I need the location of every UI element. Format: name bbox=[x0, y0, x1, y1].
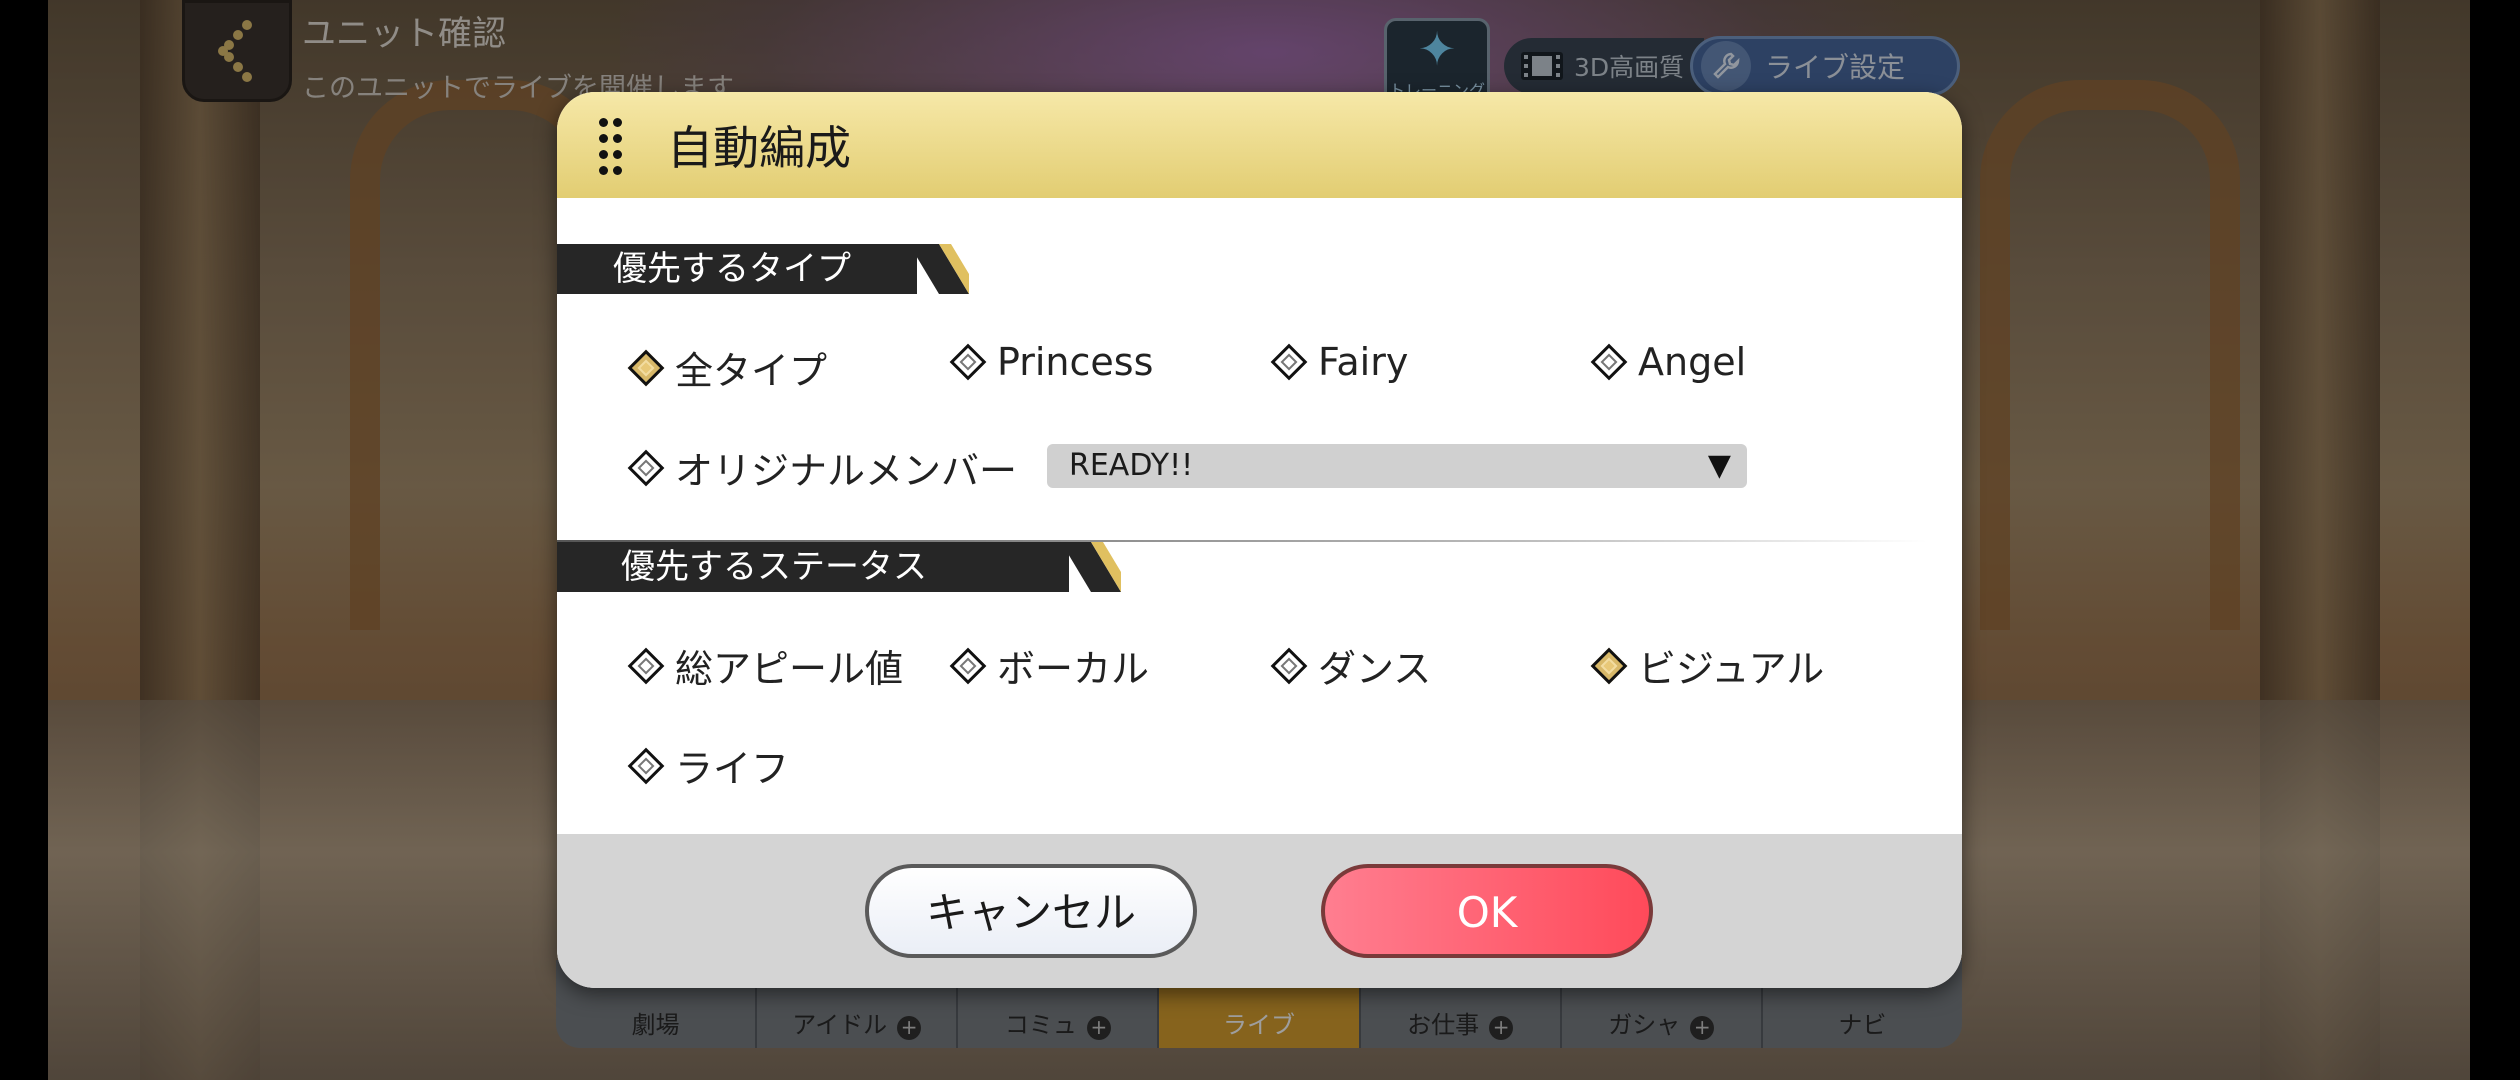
radio-diamond-icon bbox=[1590, 343, 1628, 381]
dialog-title: 自動編成 bbox=[667, 121, 851, 175]
type-option-angel[interactable]: Angel bbox=[1590, 340, 1746, 384]
radio-diamond-icon bbox=[627, 647, 665, 684]
radio-diamond-icon bbox=[627, 747, 665, 784]
drag-handle-icon bbox=[599, 118, 627, 175]
member-select-value: READY!! bbox=[1069, 448, 1194, 483]
status-section-label: 優先するステータス bbox=[621, 547, 927, 587]
type-section-header: 優先するタイプ bbox=[557, 244, 969, 294]
status-option-dance[interactable]: ダンス bbox=[1270, 638, 1431, 693]
type-option-all[interactable]: 全タイプ bbox=[627, 340, 827, 395]
radio-diamond-icon bbox=[1590, 647, 1628, 684]
section-slant-decoration bbox=[1061, 542, 1121, 592]
status-option-visual[interactable]: ビジュアル bbox=[1590, 638, 1824, 693]
dialog-footer bbox=[557, 834, 1962, 988]
radio-diamond-icon bbox=[1270, 343, 1308, 381]
radio-diamond-icon bbox=[949, 343, 987, 381]
radio-diamond-icon bbox=[627, 449, 665, 486]
type-option-original-member[interactable]: オリジナルメンバー bbox=[627, 440, 1017, 495]
original-member-select[interactable]: READY!! ▼ bbox=[1047, 444, 1747, 488]
radio-diamond-icon bbox=[949, 647, 987, 684]
type-section-label: 優先するタイプ bbox=[613, 249, 851, 289]
status-option-total-appeal[interactable]: 総アピール値 bbox=[627, 638, 903, 693]
type-option-princess[interactable]: Princess bbox=[949, 340, 1153, 384]
status-option-life[interactable]: ライフ bbox=[627, 738, 789, 793]
radio-diamond-icon bbox=[627, 349, 665, 386]
type-option-fairy[interactable]: Fairy bbox=[1270, 340, 1408, 384]
ok-button[interactable]: OK bbox=[1321, 864, 1653, 958]
status-option-vocal[interactable]: ボーカル bbox=[949, 638, 1149, 693]
radio-diamond-icon bbox=[1270, 647, 1308, 684]
section-slant-decoration bbox=[909, 244, 969, 294]
cancel-button[interactable]: キャンセル bbox=[865, 864, 1197, 958]
dialog-header: 自動編成 bbox=[557, 92, 1962, 198]
auto-formation-dialog: 自動編成 優先するタイプ 全タイプ Princess Fairy Angel オ… bbox=[557, 92, 1962, 988]
status-section-header: 優先するステータス bbox=[557, 542, 1121, 592]
dropdown-arrow-icon: ▼ bbox=[1707, 448, 1731, 483]
